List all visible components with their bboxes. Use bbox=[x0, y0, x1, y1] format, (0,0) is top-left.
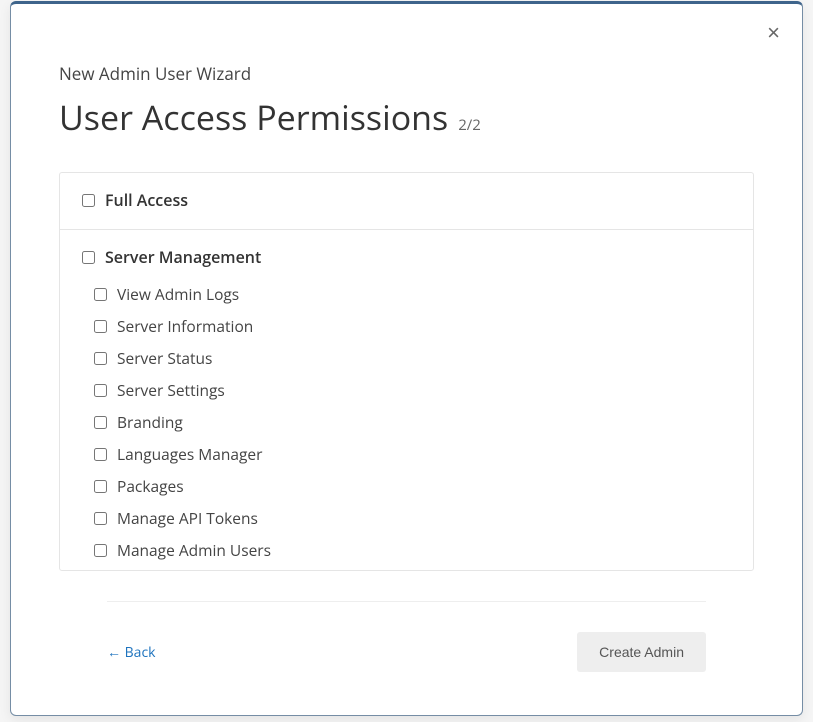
wizard-modal: × New Admin User Wizard User Access Perm… bbox=[10, 1, 803, 716]
perm-label: Branding bbox=[117, 411, 183, 433]
perm-checkbox[interactable] bbox=[94, 320, 107, 333]
perm-languages-manager[interactable]: Languages Manager bbox=[94, 438, 731, 470]
server-management-row[interactable]: Server Management bbox=[82, 242, 731, 272]
wizard-label: New Admin User Wizard bbox=[59, 62, 754, 85]
perm-packages[interactable]: Packages bbox=[94, 470, 731, 502]
perm-checkbox[interactable] bbox=[94, 448, 107, 461]
server-management-checkbox[interactable] bbox=[82, 251, 95, 264]
step-indicator: 2/2 bbox=[458, 115, 481, 135]
perm-label: Server Settings bbox=[117, 379, 225, 401]
back-button[interactable]: ← Back bbox=[107, 643, 156, 662]
perm-server-status[interactable]: Server Status bbox=[94, 342, 731, 374]
full-access-checkbox[interactable] bbox=[82, 194, 95, 207]
perm-view-admin-logs[interactable]: View Admin Logs bbox=[94, 278, 731, 310]
server-management-section: Server Management View Admin Logs Server… bbox=[60, 229, 753, 570]
server-management-label: Server Management bbox=[105, 246, 261, 268]
perm-manage-api-tokens[interactable]: Manage API Tokens bbox=[94, 502, 731, 534]
perm-checkbox[interactable] bbox=[94, 544, 107, 557]
page-title: User Access Permissions bbox=[59, 94, 448, 140]
wizard-footer: ← Back Create Admin bbox=[107, 601, 706, 672]
perm-branding[interactable]: Branding bbox=[94, 406, 731, 438]
perm-checkbox[interactable] bbox=[94, 480, 107, 493]
perm-label: View Admin Logs bbox=[117, 283, 239, 305]
perm-label: Server Information bbox=[117, 315, 253, 337]
perm-checkbox[interactable] bbox=[94, 384, 107, 397]
perm-checkbox[interactable] bbox=[94, 352, 107, 365]
perm-label: Languages Manager bbox=[117, 443, 262, 465]
full-access-section: Full Access bbox=[60, 173, 753, 229]
permissions-panel: Full Access Server Management View Admin… bbox=[59, 172, 754, 571]
perm-server-settings[interactable]: Server Settings bbox=[94, 374, 731, 406]
full-access-row[interactable]: Full Access bbox=[82, 185, 731, 215]
modal-content: New Admin User Wizard User Access Permis… bbox=[11, 4, 802, 712]
perm-label: Packages bbox=[117, 475, 184, 497]
create-admin-button[interactable]: Create Admin bbox=[577, 632, 706, 672]
perm-checkbox[interactable] bbox=[94, 512, 107, 525]
perm-label: Server Status bbox=[117, 347, 212, 369]
permissions-scroll[interactable]: Full Access Server Management View Admin… bbox=[60, 173, 753, 570]
full-access-label: Full Access bbox=[105, 189, 188, 211]
perm-label: Manage Admin Users bbox=[117, 539, 271, 561]
title-row: User Access Permissions 2/2 bbox=[59, 94, 754, 140]
close-button[interactable]: × bbox=[767, 22, 780, 44]
server-management-items: View Admin Logs Server Information Serve… bbox=[82, 272, 731, 566]
perm-label: Manage API Tokens bbox=[117, 507, 258, 529]
perm-checkbox[interactable] bbox=[94, 416, 107, 429]
perm-manage-admin-users[interactable]: Manage Admin Users bbox=[94, 534, 731, 566]
perm-checkbox[interactable] bbox=[94, 288, 107, 301]
close-icon: × bbox=[767, 20, 780, 45]
perm-server-information[interactable]: Server Information bbox=[94, 310, 731, 342]
